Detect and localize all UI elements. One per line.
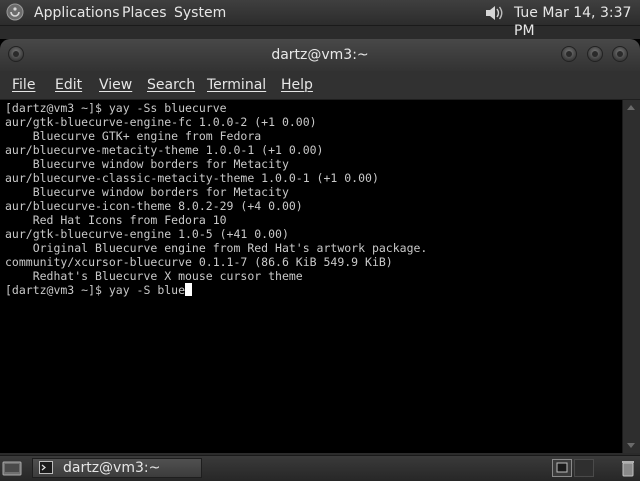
- scroll-down-icon[interactable]: [627, 443, 635, 448]
- minimize-button[interactable]: [561, 46, 577, 62]
- terminal-line: Original Bluecurve engine from Red Hat's…: [5, 241, 428, 255]
- terminal-line: aur/gtk-bluecurve-engine-fc 1.0.0-2 (+1 …: [5, 115, 317, 129]
- menu-view[interactable]: View: [99, 77, 132, 93]
- clock[interactable]: Tue Mar 14, 3:37 PM: [514, 4, 640, 39]
- volume-icon[interactable]: [483, 3, 505, 23]
- workspace-window-icon: [556, 462, 568, 473]
- workspace-1[interactable]: [552, 459, 572, 477]
- workspace-2[interactable]: [574, 459, 594, 477]
- window-titlebar[interactable]: dartz@vm3:~: [0, 39, 640, 71]
- text-cursor: [185, 283, 193, 296]
- terminal-icon: [39, 461, 53, 474]
- window-title: dartz@vm3:~: [271, 47, 369, 63]
- places-menu[interactable]: Places: [122, 4, 167, 22]
- menu-search[interactable]: Search: [147, 77, 195, 93]
- menubar: File Edit View Search Terminal Help: [0, 71, 640, 100]
- taskbar-item-terminal[interactable]: dartz@vm3:~: [32, 458, 202, 478]
- terminal-output[interactable]: [dartz@vm3 ~]$ yay -Ss bluecurve aur/gtk…: [0, 100, 622, 453]
- terminal-line: aur/gtk-bluecurve-engine 1.0-5 (+41 0.00…: [5, 227, 289, 241]
- top-panel: Applications Places System Tue Mar 14, 3…: [0, 0, 640, 39]
- terminal-prompt-line[interactable]: [dartz@vm3 ~]$ yay -S blue: [5, 283, 427, 297]
- terminal-line: Red Hat Icons from Fedora 10: [5, 213, 227, 227]
- terminal-lines: [dartz@vm3 ~]$ yay -Ss bluecurve aur/gtk…: [5, 101, 427, 297]
- terminal-line: aur/bluecurve-classic-metacity-theme 1.0…: [5, 171, 379, 185]
- system-menu[interactable]: System: [174, 4, 226, 22]
- terminal-line: Bluecurve GTK+ engine from Fedora: [5, 129, 262, 143]
- menu-help[interactable]: Help: [281, 77, 313, 93]
- terminal-line: aur/bluecurve-metacity-theme 1.0.0-1 (+1…: [5, 143, 324, 157]
- distro-logo-icon[interactable]: [6, 3, 24, 21]
- close-button[interactable]: [612, 46, 628, 62]
- menu-file[interactable]: File: [12, 77, 35, 93]
- bottom-panel: dartz@vm3:~: [0, 455, 640, 481]
- terminal-line: Redhat's Bluecurve X mouse cursor theme: [5, 269, 303, 283]
- terminal-line: Bluecurve window borders for Metacity: [5, 157, 289, 171]
- terminal-line: community/xcursor-bluecurve 0.1.1-7 (86.…: [5, 255, 393, 269]
- trash-icon[interactable]: [620, 459, 636, 477]
- scroll-up-icon[interactable]: [627, 105, 635, 110]
- prompt-text: [dartz@vm3 ~]$ yay -S blue: [5, 283, 186, 297]
- maximize-button[interactable]: [587, 46, 603, 62]
- applications-menu[interactable]: Applications: [34, 4, 120, 22]
- terminal-window: dartz@vm3:~ File Edit View Search Termin…: [0, 39, 640, 453]
- menu-terminal[interactable]: Terminal: [207, 77, 266, 93]
- terminal-scrollbar[interactable]: [622, 100, 640, 453]
- terminal-line: [dartz@vm3 ~]$ yay -Ss bluecurve: [5, 101, 227, 115]
- show-desktop-icon[interactable]: [2, 459, 22, 477]
- terminal-line: aur/bluecurve-icon-theme 8.0.2-29 (+4 0.…: [5, 199, 303, 213]
- menu-edit[interactable]: Edit: [55, 77, 82, 93]
- taskbar-label: dartz@vm3:~: [63, 460, 161, 476]
- terminal-line: Bluecurve window borders for Metacity: [5, 185, 289, 199]
